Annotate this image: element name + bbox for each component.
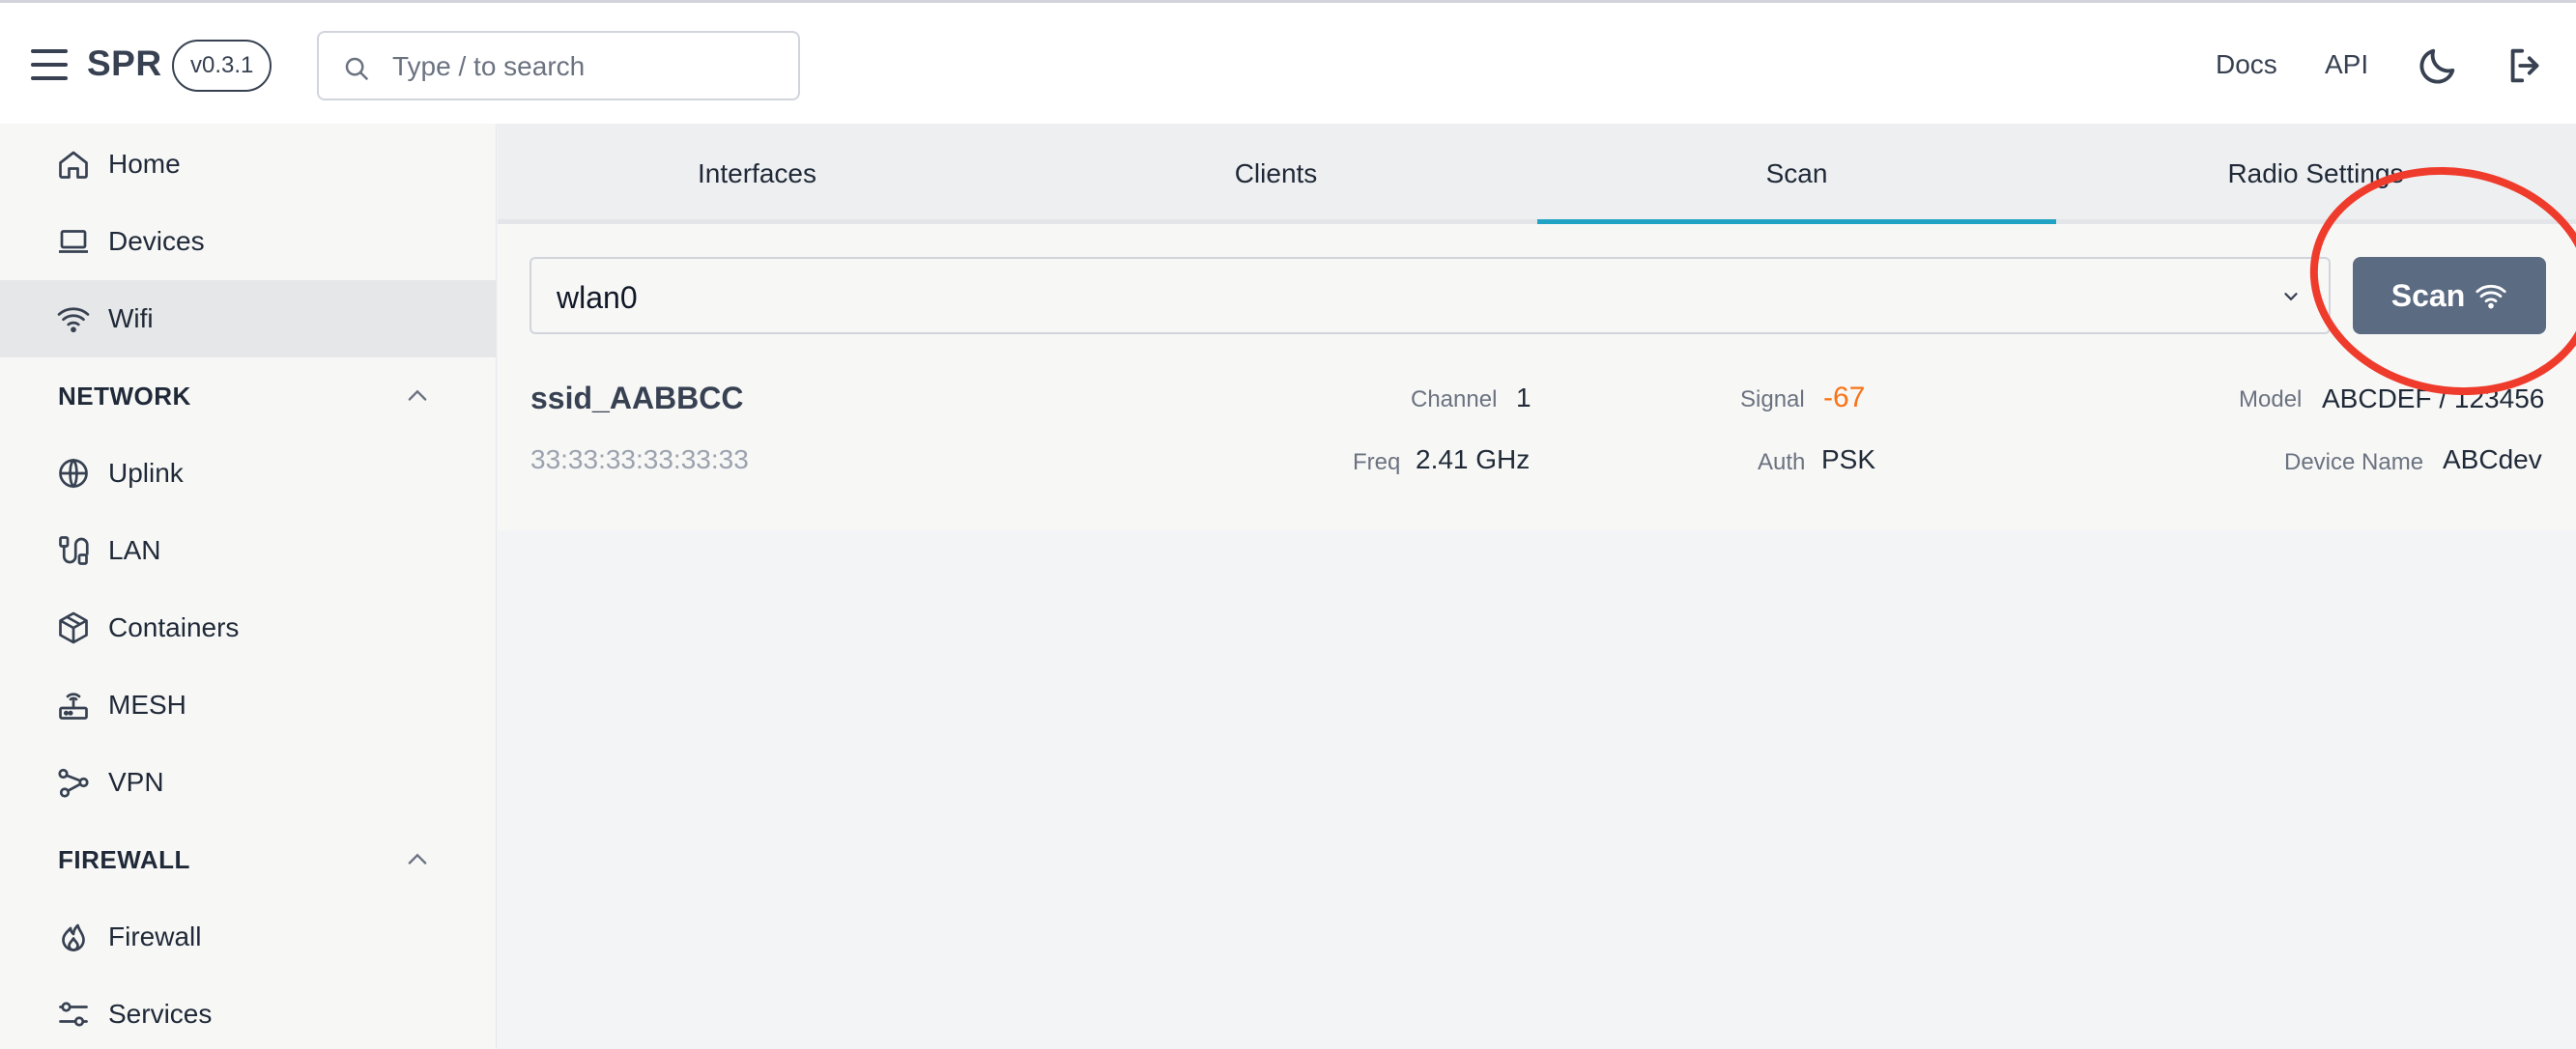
wifi-icon xyxy=(2476,284,2506,309)
freq-value: 2.41 GHz xyxy=(1416,444,1531,474)
scan-panel: wlan0 Scan ssid_AABBCC 33:33:33:33:33:33… xyxy=(498,224,2576,530)
cube-icon xyxy=(59,611,88,644)
docs-link[interactable]: Docs xyxy=(2216,49,2277,80)
sidebar-item-label: MESH xyxy=(108,690,186,720)
logout-icon[interactable] xyxy=(2504,43,2548,88)
main-content: Interfaces Clients Scan Radio Settings w… xyxy=(498,124,2576,1049)
chevron-up-icon xyxy=(408,389,427,401)
scan-result-row: ssid_AABBCC 33:33:33:33:33:33 Channel 1 … xyxy=(498,350,2576,504)
sliders-icon xyxy=(59,1002,88,1027)
sidebar-item-label: Wifi xyxy=(108,303,154,333)
section-heading: FIREWALL xyxy=(58,845,190,874)
brand-name[interactable]: SPR xyxy=(87,43,162,84)
channel-label: Channel xyxy=(1411,386,1498,412)
chevron-up-icon xyxy=(408,853,427,865)
tab-radio-settings[interactable]: Radio Settings xyxy=(2056,124,2575,224)
model-value: ABCDEF / 123456 xyxy=(2322,383,2545,413)
ssid-value: ssid_AABBCC xyxy=(530,381,744,415)
search-input[interactable] xyxy=(392,44,779,89)
auth-label: Auth xyxy=(1758,449,1806,475)
wifi-icon xyxy=(57,307,90,333)
sidebar-item-containers[interactable]: Containers xyxy=(0,589,497,666)
router-icon xyxy=(59,693,88,720)
channel-value: 1 xyxy=(1516,383,1531,412)
sidebar-item-devices[interactable]: Devices xyxy=(0,203,497,280)
sidebar-item-label: VPN xyxy=(108,767,164,797)
bssid-value: 33:33:33:33:33:33 xyxy=(530,444,749,474)
share-network-icon xyxy=(58,768,89,798)
section-firewall[interactable]: FIREWALL xyxy=(0,821,497,898)
moon-icon[interactable] xyxy=(2416,43,2460,88)
sidebar-item-label: Home xyxy=(108,149,181,179)
device-name-label: Device Name xyxy=(2284,449,2424,475)
sidebar-item-wifi[interactable]: Wifi xyxy=(0,280,497,357)
api-link[interactable]: API xyxy=(2325,49,2368,80)
interface-select-value: wlan0 xyxy=(557,280,638,315)
sidebar-item-vpn[interactable]: VPN xyxy=(0,744,497,821)
chevron-down-icon xyxy=(2284,293,2298,301)
top-header: SPR v0.3.1 Docs API xyxy=(0,0,2576,124)
signal-label: Signal xyxy=(1740,386,1805,412)
sidebar-item-firewall[interactable]: Firewall xyxy=(0,898,497,976)
signal-value: -67 xyxy=(1823,382,1866,413)
search-icon xyxy=(345,57,369,81)
search-box[interactable] xyxy=(317,31,800,100)
tab-clients[interactable]: Clients xyxy=(1016,124,1535,224)
scan-button[interactable]: Scan xyxy=(2353,257,2546,334)
model-label: Model xyxy=(2239,386,2303,412)
sidebar-item-services[interactable]: Services xyxy=(0,976,497,1049)
cable-icon xyxy=(59,536,89,565)
interface-select[interactable]: wlan0 xyxy=(530,257,2331,334)
sidebar-item-label: Containers xyxy=(108,612,240,642)
sidebar-item-label: Devices xyxy=(108,226,205,256)
auth-value: PSK xyxy=(1821,444,1876,474)
scan-button-label: Scan xyxy=(2390,277,2466,313)
sidebar-item-label: Firewall xyxy=(108,921,202,951)
sidebar-item-mesh[interactable]: MESH xyxy=(0,666,497,744)
sidebar-item-label: LAN xyxy=(108,535,161,565)
sidebar-item-label: Services xyxy=(108,999,213,1029)
tab-scan[interactable]: Scan xyxy=(1537,124,2056,225)
sidebar-item-label: Uplink xyxy=(108,458,184,488)
freq-label: Freq xyxy=(1353,449,1401,475)
menu-icon[interactable] xyxy=(31,49,68,80)
home-icon xyxy=(59,151,88,179)
tab-interfaces[interactable]: Interfaces xyxy=(498,124,1016,224)
globe-icon xyxy=(59,458,88,489)
sidebar-item-home[interactable]: Home xyxy=(0,126,497,203)
device-name-value: ABCdev xyxy=(2443,444,2542,474)
sidebar-item-lan[interactable]: LAN xyxy=(0,512,497,589)
section-heading: NETWORK xyxy=(58,382,191,411)
sidebar: Home Devices Wifi NETWORK Uplink LAN Con… xyxy=(0,124,497,1049)
sidebar-item-uplink[interactable]: Uplink xyxy=(0,435,497,512)
flame-icon xyxy=(62,923,85,951)
laptop-icon xyxy=(59,230,88,253)
section-network[interactable]: NETWORK xyxy=(0,357,497,435)
wifi-tabs: Interfaces Clients Scan Radio Settings xyxy=(498,124,2576,225)
version-badge: v0.3.1 xyxy=(172,40,272,92)
